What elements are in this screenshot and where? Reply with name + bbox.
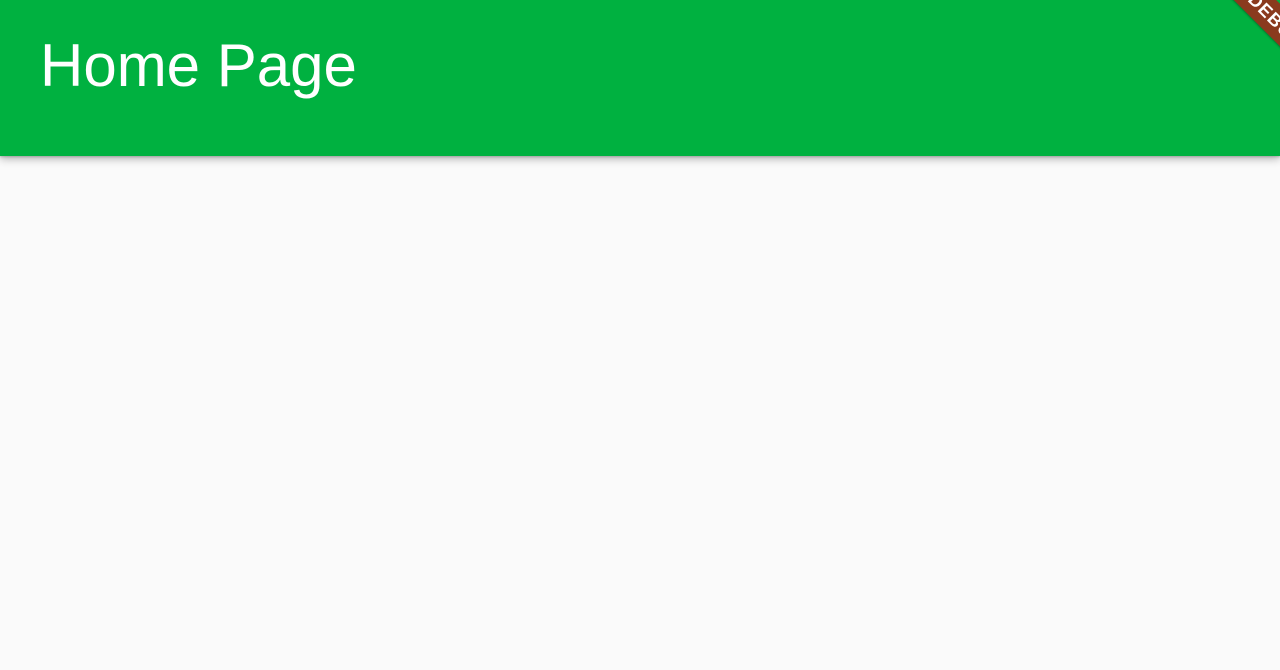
debug-banner-label: DEBUG — [1208, 0, 1280, 80]
page-body — [0, 156, 1280, 670]
app-bar: Home Page — [0, 0, 1280, 156]
page-title: Home Page — [40, 32, 357, 99]
app-window: Home Page DEBUG — [0, 0, 1280, 670]
debug-banner: DEBUG — [1200, 0, 1280, 80]
